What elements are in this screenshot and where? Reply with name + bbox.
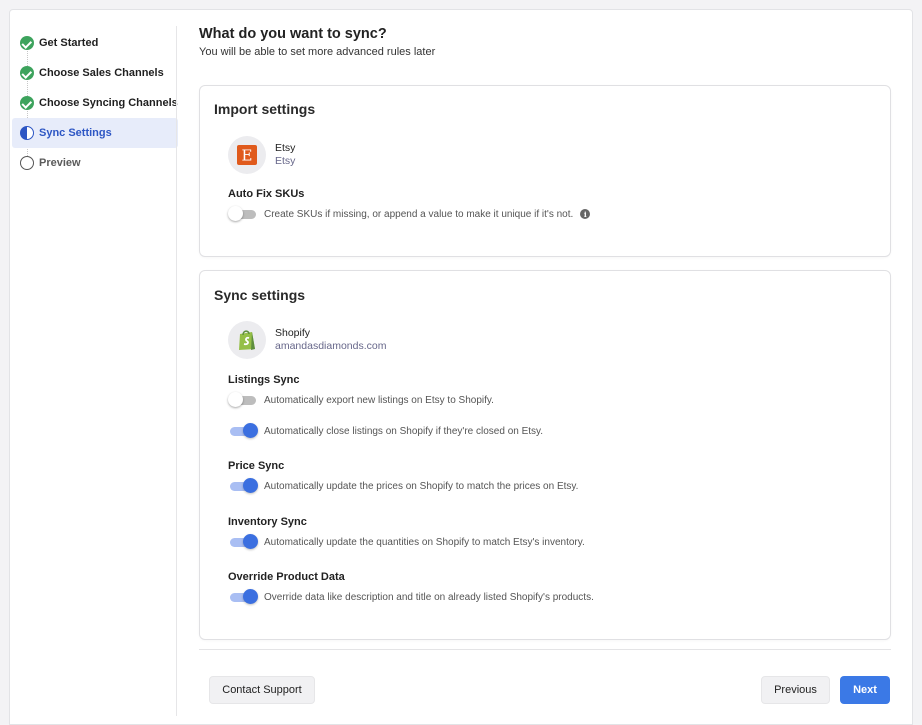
svg-text:E: E bbox=[242, 147, 253, 165]
step-get-started[interactable]: Get Started bbox=[12, 28, 178, 58]
auto-fix-skus-toggle[interactable] bbox=[228, 206, 258, 222]
inventory-sync-toggle[interactable] bbox=[228, 534, 258, 550]
wizard-stepper: Get Started Choose Sales Channels Choose… bbox=[12, 28, 178, 178]
page-subtitle: You will be able to set more advanced ru… bbox=[199, 46, 436, 58]
toggle-description: Automatically update the quantities on S… bbox=[264, 536, 585, 548]
toggle-description: Automatically export new listings on Ets… bbox=[264, 394, 494, 406]
override-data-toggle[interactable] bbox=[228, 589, 258, 605]
contact-support-button[interactable]: Contact Support bbox=[209, 676, 315, 704]
step-label: Preview bbox=[39, 157, 81, 169]
close-listings-row: Automatically close listings on Shopify … bbox=[228, 423, 543, 439]
channel-subtitle: Etsy bbox=[275, 155, 296, 167]
close-listings-toggle[interactable] bbox=[228, 423, 258, 439]
override-data-row: Override data like description and title… bbox=[228, 589, 594, 605]
toggle-description: Override data like description and title… bbox=[264, 591, 594, 603]
inventory-sync-label: Inventory Sync bbox=[228, 516, 307, 528]
footer-divider bbox=[199, 649, 891, 650]
empty-circle-icon bbox=[20, 156, 34, 170]
previous-button[interactable]: Previous bbox=[761, 676, 830, 704]
step-label: Choose Sales Channels bbox=[39, 67, 164, 79]
sync-settings-card: Sync settings Shopify amandasdiamonds.co… bbox=[199, 270, 891, 640]
info-icon[interactable]: i bbox=[580, 209, 591, 219]
shopify-logo-icon bbox=[239, 330, 255, 350]
price-sync-label: Price Sync bbox=[228, 460, 285, 472]
check-circle-icon bbox=[20, 66, 34, 80]
card-title: Import settings bbox=[214, 101, 316, 117]
vertical-divider bbox=[176, 26, 177, 716]
price-sync-row: Automatically update the prices on Shopi… bbox=[228, 478, 578, 494]
toggle-description: Automatically close listings on Shopify … bbox=[264, 425, 544, 437]
toggle-description: Create SKUs if missing, or append a valu… bbox=[264, 208, 574, 220]
next-button[interactable]: Next bbox=[840, 676, 890, 704]
etsy-logo-icon: E bbox=[237, 145, 257, 165]
etsy-avatar: E bbox=[228, 136, 266, 174]
price-sync-toggle[interactable] bbox=[228, 478, 258, 494]
channel-name: Shopify bbox=[275, 327, 311, 339]
step-choose-sales-channels[interactable]: Choose Sales Channels bbox=[12, 58, 178, 88]
step-preview[interactable]: Preview bbox=[12, 148, 178, 178]
channel-name: Etsy bbox=[275, 142, 296, 154]
step-sync-settings[interactable]: Sync Settings bbox=[12, 118, 178, 148]
export-listings-row: Automatically export new listings on Ets… bbox=[228, 392, 494, 408]
check-circle-icon bbox=[20, 96, 34, 110]
check-circle-icon bbox=[20, 36, 34, 50]
step-label: Sync Settings bbox=[39, 127, 112, 139]
card-title: Sync settings bbox=[214, 287, 306, 303]
step-choose-syncing-channels[interactable]: Choose Syncing Channels bbox=[12, 88, 178, 118]
import-settings-card: Import settings E Etsy Etsy Auto Fix SKU… bbox=[199, 85, 891, 257]
half-circle-icon bbox=[20, 126, 34, 140]
shopify-avatar bbox=[228, 321, 266, 359]
step-label: Choose Syncing Channels bbox=[39, 97, 178, 109]
listings-sync-label: Listings Sync bbox=[228, 374, 300, 386]
page-title: What do you want to sync? bbox=[199, 26, 387, 42]
auto-fix-skus-row: Create SKUs if missing, or append a valu… bbox=[228, 206, 591, 222]
step-label: Get Started bbox=[39, 37, 99, 49]
channel-subtitle: amandasdiamonds.com bbox=[275, 340, 387, 352]
auto-fix-skus-label: Auto Fix SKUs bbox=[228, 188, 305, 200]
inventory-sync-row: Automatically update the quantities on S… bbox=[228, 534, 585, 550]
toggle-description: Automatically update the prices on Shopi… bbox=[264, 480, 579, 492]
override-data-label: Override Product Data bbox=[228, 571, 345, 583]
export-listings-toggle[interactable] bbox=[228, 392, 258, 408]
